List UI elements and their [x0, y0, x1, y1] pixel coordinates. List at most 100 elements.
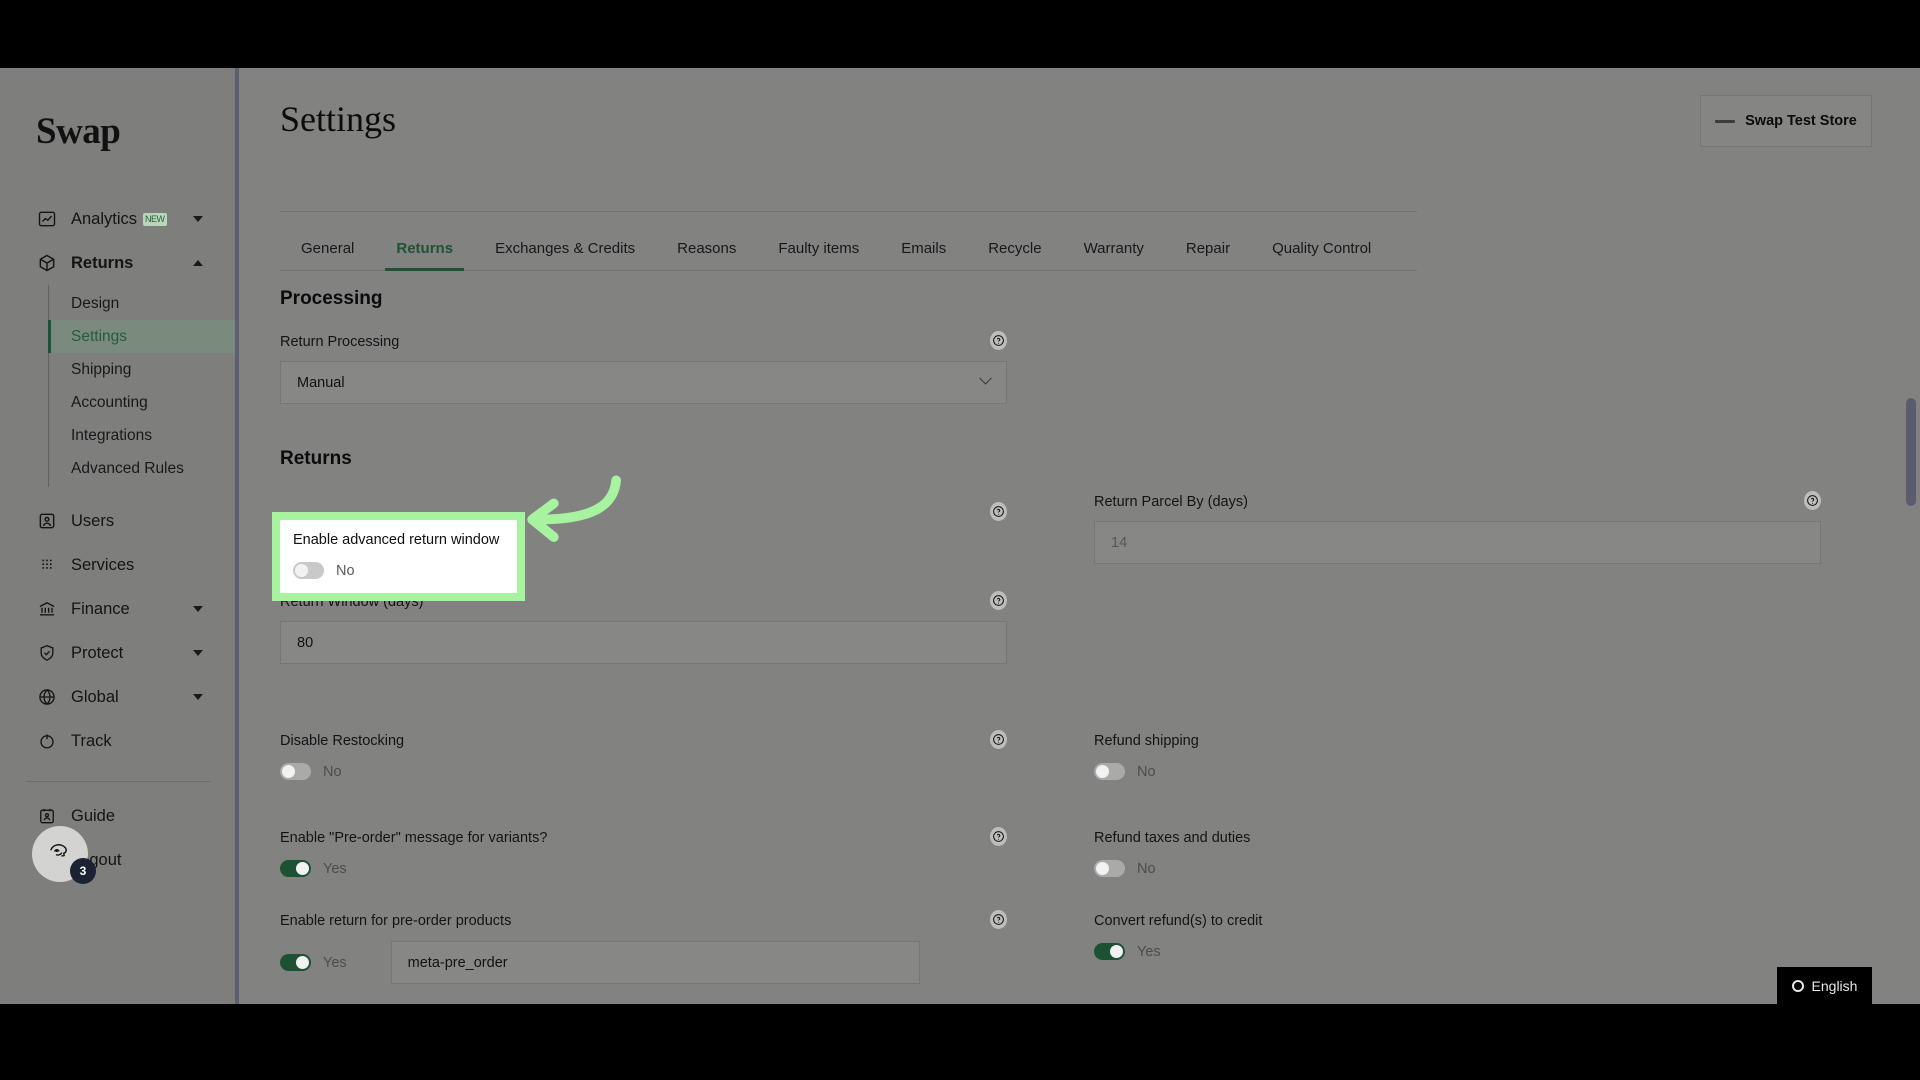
toggle-state-label: Yes: [323, 954, 347, 971]
field-label: Refund shipping: [1094, 733, 1199, 749]
sidebar-item-analytics[interactable]: Analytics NEW: [0, 197, 237, 241]
toggle-state-label: No: [336, 562, 355, 579]
sidebar-item-label: Global: [71, 687, 119, 706]
help-icon[interactable]: [990, 827, 1007, 846]
chevron-down-icon[interactable]: [193, 216, 203, 222]
sidebar-subitem-settings[interactable]: Settings: [47, 320, 237, 353]
refund-taxes-duties-toggle[interactable]: [1094, 860, 1125, 877]
field-return-window-days: Return Window (days) 80: [280, 591, 1007, 664]
help-icon[interactable]: [990, 502, 1007, 521]
chevron-down-icon[interactable]: [193, 694, 203, 700]
analytics-icon: [36, 208, 58, 230]
sidebar-item-label: Users: [71, 511, 115, 530]
help-icon[interactable]: [990, 591, 1007, 610]
toggle-state-label: No: [1137, 763, 1156, 780]
tab-label: Reasons: [677, 240, 737, 257]
app-viewport: Swap Analytics NEW Returns Design Settin…: [0, 68, 1920, 1004]
select-value: Manual: [297, 374, 345, 391]
field-label: Convert refund(s) to credit: [1094, 913, 1263, 929]
sidebar-item-users[interactable]: Users: [0, 499, 237, 543]
tab-label: Exchanges & Credits: [495, 240, 636, 257]
sidebar-item-protect[interactable]: Protect: [0, 631, 237, 675]
tab-general[interactable]: General: [280, 240, 375, 270]
return-parcel-by-days-input[interactable]: 14: [1094, 521, 1821, 564]
support-avatar-widget[interactable]: 3: [32, 826, 96, 884]
tab-label: Quality Control: [1272, 240, 1372, 257]
return-processing-select[interactable]: Manual: [280, 361, 1007, 404]
toggle-state-label: No: [323, 763, 342, 780]
tab-exchanges-credits[interactable]: Exchanges & Credits: [474, 240, 656, 270]
sidebar-item-label: Analytics: [71, 209, 138, 228]
field-label: Enable "Pre-order" message for variants?: [280, 830, 548, 846]
brand-logo: Swap: [36, 111, 121, 152]
subitem-label: Settings: [71, 327, 128, 345]
chevron-down-icon[interactable]: [193, 606, 203, 612]
tab-label: Repair: [1185, 240, 1231, 257]
tab-label: Emails: [901, 240, 947, 257]
tab-reasons[interactable]: Reasons: [656, 240, 757, 270]
subitem-label: Integrations: [71, 426, 152, 444]
chevron-down-icon[interactable]: [193, 650, 203, 656]
subitem-label: Accounting: [71, 393, 148, 411]
input-value: meta-pre_order: [407, 954, 508, 971]
preorder-metafield-input[interactable]: meta-pre_order: [390, 941, 920, 984]
main-scrollbar[interactable]: [1906, 398, 1916, 506]
track-icon: [36, 730, 58, 752]
sidebar-item-finance[interactable]: Finance: [0, 587, 237, 631]
help-icon[interactable]: [990, 910, 1007, 929]
convert-refunds-toggle[interactable]: [1094, 943, 1125, 960]
help-icon[interactable]: [990, 730, 1007, 749]
page-title: Settings: [280, 99, 397, 139]
sidebar-item-guide[interactable]: Guide: [0, 794, 237, 838]
sidebar-item-services[interactable]: Services: [0, 543, 237, 587]
field-preorder-message-variants: Enable "Pre-order" message for variants?…: [280, 827, 1007, 877]
help-icon[interactable]: [1804, 491, 1821, 510]
tab-recycle[interactable]: Recycle: [967, 240, 1062, 270]
tab-warranty[interactable]: Warranty: [1063, 240, 1165, 270]
returns-subnav: Design Settings Shipping Accounting Inte…: [47, 285, 237, 487]
globe-icon: [36, 686, 58, 708]
guide-icon: [36, 805, 58, 827]
tab-repair[interactable]: Repair: [1165, 240, 1251, 270]
title-divider: [280, 211, 1417, 212]
field-label: Enable advanced return window: [293, 532, 500, 548]
tab-returns[interactable]: Returns: [375, 240, 474, 271]
help-icon[interactable]: [990, 331, 1007, 350]
chevron-down-icon: [979, 371, 992, 385]
toggle-state-label: Yes: [323, 860, 347, 877]
enable-return-preorder-toggle[interactable]: [280, 954, 311, 971]
sidebar-subitem-accounting[interactable]: Accounting: [49, 386, 237, 419]
chevron-up-icon[interactable]: [193, 260, 203, 266]
section-title-returns: Returns: [280, 448, 352, 469]
preorder-message-toggle[interactable]: [280, 860, 311, 877]
sidebar-subitem-integrations[interactable]: Integrations: [49, 419, 237, 452]
sidebar-item-label: Guide: [71, 806, 116, 825]
sidebar-item-global[interactable]: Global: [0, 675, 237, 719]
sidebar-subitem-shipping[interactable]: Shipping: [49, 353, 237, 386]
store-logo-icon: [1715, 119, 1736, 123]
sidebar-subitem-advanced-rules[interactable]: Advanced Rules: [49, 452, 237, 485]
subitem-label: Design: [71, 294, 120, 312]
store-switcher-button[interactable]: Swap Test Store: [1700, 95, 1872, 147]
field-convert-refunds-to-credit: Convert refund(s) to credit Yes: [1094, 913, 1821, 960]
language-widget[interactable]: English: [1777, 967, 1872, 1004]
toggle-knob: [295, 564, 308, 577]
highlighted-setting-callout[interactable]: Enable advanced return window No: [272, 512, 525, 601]
field-return-parcel-by-days: Return Parcel By (days) 14: [1094, 491, 1821, 564]
toggle-state-label: No: [1137, 860, 1156, 877]
toggle-knob: [282, 765, 295, 778]
enable-advanced-return-window-toggle[interactable]: [293, 562, 324, 579]
field-disable-restocking: Disable Restocking No: [280, 730, 1007, 780]
tab-faulty-items[interactable]: Faulty items: [757, 240, 880, 270]
user-card-icon: [36, 510, 58, 532]
sidebar-item-returns[interactable]: Returns: [0, 241, 237, 285]
tab-quality-control[interactable]: Quality Control: [1251, 240, 1392, 270]
return-window-days-input[interactable]: 80: [280, 621, 1007, 664]
sidebar-nav: Analytics NEW Returns Design Settings Sh…: [0, 197, 237, 763]
disable-restocking-toggle[interactable]: [280, 763, 311, 780]
sidebar-item-track[interactable]: Track: [0, 719, 237, 763]
settings-tabs: General Returns Exchanges & Credits Reas…: [280, 226, 1417, 271]
sidebar-subitem-design[interactable]: Design: [49, 287, 237, 320]
refund-shipping-toggle[interactable]: [1094, 763, 1125, 780]
tab-emails[interactable]: Emails: [880, 240, 967, 270]
